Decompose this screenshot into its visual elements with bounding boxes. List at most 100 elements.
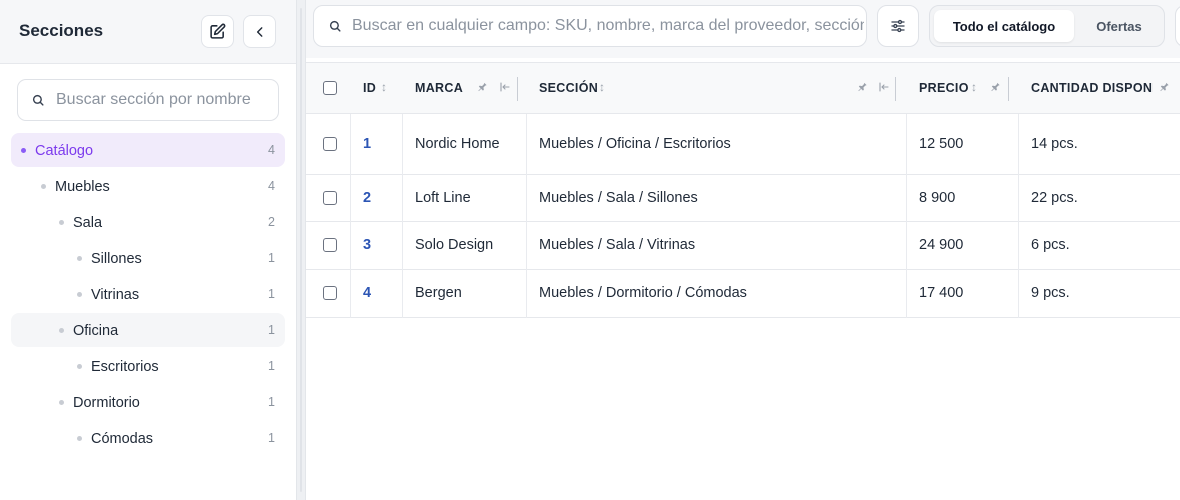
sliders-icon [891, 19, 905, 33]
cell-brand: Bergen [415, 270, 525, 317]
table-row[interactable]: 3 Solo Design Muebles / Sala / Vitrinas 24 … [306, 222, 1180, 270]
section-search-input[interactable] [56, 80, 276, 120]
row-checkbox[interactable] [323, 137, 337, 151]
toolbar: Todo el catálogo Ofertas [306, 0, 1180, 58]
tree-item[interactable]: Sillones 1 [11, 241, 285, 275]
column-divider [526, 114, 527, 175]
cell-section: Muebles / Oficina / Escritorios [539, 114, 899, 174]
cell-brand-value: Bergen [415, 285, 462, 301]
column-id-label: ID [363, 81, 377, 95]
cell-section-value: Muebles / Oficina / Escritorios [539, 136, 731, 152]
column-resize-handle[interactable] [895, 77, 896, 101]
cell-section: Muebles / Sala / Vitrinas [539, 222, 899, 269]
column-collapse-icon[interactable] [499, 81, 511, 93]
sidebar-resize-handle[interactable] [296, 0, 306, 500]
collapse-sidebar-button[interactable] [243, 15, 276, 48]
column-header-brand[interactable]: MARCA [415, 63, 525, 113]
table-row[interactable]: 1 Nordic Home Muebles / Oficina / Escritor… [306, 114, 1180, 175]
cell-price: 24 900 [919, 222, 1029, 269]
tree-item-count: 1 [268, 359, 275, 373]
cell-price: 12 500 [919, 114, 1029, 174]
cell-qty: 22 pcs. [1031, 175, 1180, 221]
pin-icon[interactable] [990, 81, 1001, 93]
tree-item[interactable]: Vitrinas 1 [11, 277, 285, 311]
tree-item[interactable]: Escritorios 1 [11, 349, 285, 383]
table-row[interactable]: 2 Loft Line Muebles / Sala / Sillones 8 900… [306, 175, 1180, 222]
tree-item[interactable]: Sala 2 [11, 205, 285, 239]
filters-button[interactable] [877, 5, 919, 47]
bullet-icon [59, 400, 64, 405]
cell-qty: 9 pcs. [1031, 270, 1180, 317]
sort-arrows-icon[interactable]: ↕ [971, 80, 977, 94]
column-divider [526, 270, 527, 318]
pin-icon[interactable] [857, 81, 868, 93]
column-header-section[interactable]: SECCIÓN ↕ [539, 63, 897, 113]
cell-price-value: 17 400 [919, 285, 964, 301]
table-header: ID ↕ MARCA SECCIÓN ↕ PRECIO ↕ CANTIDAD D… [306, 62, 1180, 114]
tree-item-label: Vitrinas [91, 287, 140, 303]
cell-section: Muebles / Sala / Sillones [539, 175, 899, 221]
tree-item-label: Escritorios [91, 359, 159, 375]
global-search-input[interactable] [352, 6, 864, 46]
sort-arrows-icon[interactable]: ↕ [599, 80, 605, 94]
cell-brand: Loft Line [415, 175, 525, 221]
tree-item-label: Catálogo [35, 143, 94, 159]
resize-grip [300, 8, 302, 492]
cell-id-value[interactable]: 3 [363, 237, 371, 253]
search-icon [329, 20, 341, 32]
tab-offers[interactable]: Ofertas [1076, 10, 1162, 42]
column-divider [906, 114, 907, 175]
global-search-field[interactable] [313, 5, 867, 47]
pin-icon[interactable] [1159, 81, 1170, 93]
cell-price-value: 24 900 [919, 237, 964, 253]
tree-item[interactable]: Catálogo 4 [11, 133, 285, 167]
tree-item-count: 1 [268, 395, 275, 409]
tree-item-label: Cómodas [91, 431, 154, 447]
tree-item-count: 2 [268, 215, 275, 229]
tree-item[interactable]: Dormitorio 1 [11, 385, 285, 419]
cell-price-value: 8 900 [919, 190, 956, 206]
row-checkbox[interactable] [323, 238, 337, 252]
cell-id-value[interactable]: 2 [363, 190, 371, 206]
cell-id-value[interactable]: 1 [363, 136, 371, 152]
column-collapse-icon[interactable] [878, 81, 890, 93]
row-checkbox[interactable] [323, 286, 337, 300]
tree-item[interactable]: Oficina 1 [11, 313, 285, 347]
column-resize-handle[interactable] [1008, 77, 1009, 101]
sort-arrows-icon[interactable]: ↕ [381, 80, 387, 94]
tree-item[interactable]: Muebles 4 [11, 169, 285, 203]
toolbar-overflow-button[interactable] [1175, 5, 1180, 47]
column-header-qty[interactable]: CANTIDAD DISPONIBLE [1031, 63, 1180, 113]
tree-item-label: Oficina [73, 323, 119, 339]
tree-item[interactable]: Cómodas 1 [11, 421, 285, 455]
column-header-price[interactable]: PRECIO ↕ [919, 63, 1009, 113]
tree-item-count: 4 [268, 179, 275, 193]
pin-icon[interactable] [477, 81, 488, 93]
cell-brand: Solo Design [415, 222, 525, 269]
tree-item-count: 1 [268, 323, 275, 337]
tree-item-label: Sillones [91, 251, 142, 267]
column-brand-label: MARCA [415, 81, 464, 95]
select-all-checkbox[interactable] [323, 81, 337, 95]
column-resize-handle[interactable] [517, 77, 518, 101]
cell-brand-value: Nordic Home [415, 136, 500, 152]
tree-item-label: Dormitorio [73, 395, 140, 411]
tree-item-count: 4 [268, 143, 275, 157]
cell-qty: 6 pcs. [1031, 222, 1180, 269]
row-checkbox[interactable] [323, 191, 337, 205]
tab-all-catalog[interactable]: Todo el catálogo [934, 10, 1074, 42]
edit-sections-button[interactable] [201, 15, 234, 48]
sections-sidebar: Secciones Catálogo 4 Muebles 4 Sala 2 Sillones… [0, 0, 296, 500]
table-row[interactable]: 4 Bergen Muebles / Dormitorio / Cómodas 17 … [306, 270, 1180, 318]
section-search-field[interactable] [17, 79, 279, 121]
cell-price: 17 400 [919, 270, 1029, 317]
cell-id-value[interactable]: 4 [363, 285, 371, 301]
bullet-icon [77, 436, 82, 441]
tree-item-count: 1 [268, 287, 275, 301]
column-header-id[interactable]: ID ↕ [363, 63, 401, 113]
column-divider [906, 175, 907, 222]
bullet-icon [77, 292, 82, 297]
cell-qty-value: 14 pcs. [1031, 136, 1078, 152]
catalog-view-tabs: Todo el catálogo Ofertas [929, 5, 1165, 47]
column-divider [350, 222, 351, 270]
